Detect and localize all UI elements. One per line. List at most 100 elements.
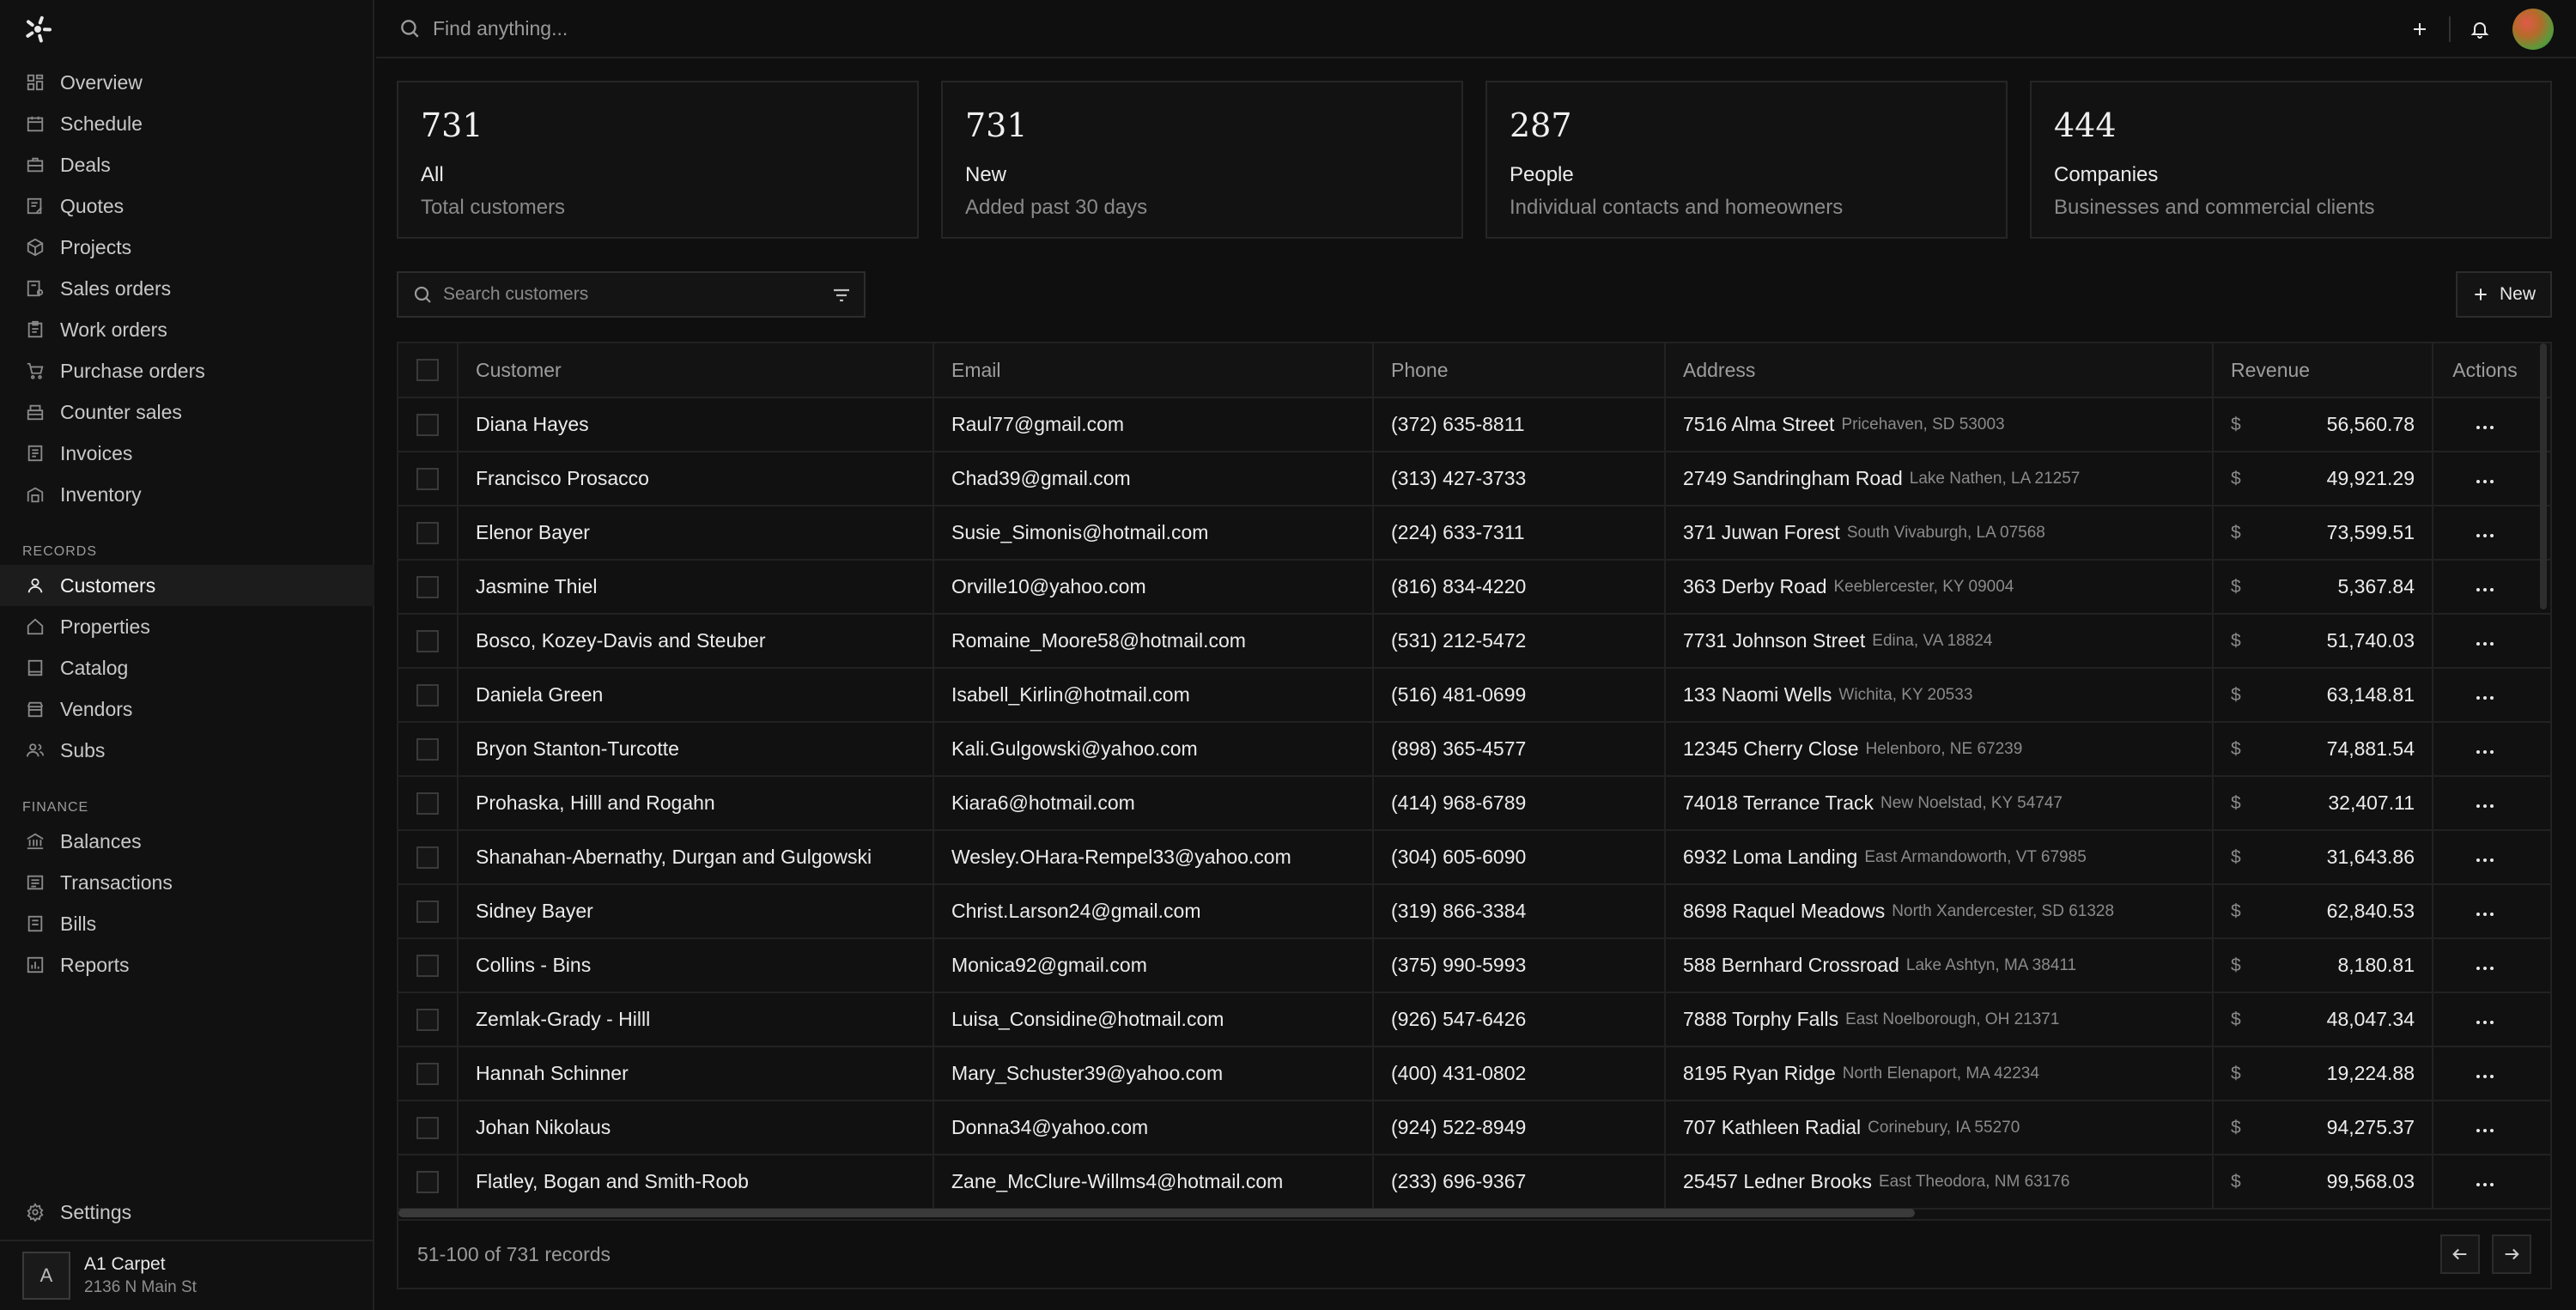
table-row[interactable]: Zemlak-Grady - Hilll Luisa_Considine@hotm… (398, 993, 2550, 1047)
customer-name[interactable]: Bosco, Kozey-Davis and Steuber (459, 615, 934, 667)
stat-card-all[interactable]: 731 All Total customers (397, 81, 919, 239)
more-actions-icon[interactable] (2475, 1062, 2495, 1085)
customer-name[interactable]: Jasmine Thiel (459, 561, 934, 613)
column-header-customer[interactable]: Customer (459, 343, 934, 397)
sidebar-item-transactions[interactable]: Transactions (0, 862, 374, 903)
notifications-button[interactable] (2459, 9, 2500, 50)
sidebar-item-purchase-orders[interactable]: Purchase orders (0, 350, 374, 391)
customer-name[interactable]: Bryon Stanton-Turcotte (459, 723, 934, 775)
customer-name[interactable]: Hannah Schinner (459, 1047, 934, 1100)
sidebar-item-deals[interactable]: Deals (0, 144, 374, 185)
more-actions-icon[interactable] (2475, 900, 2495, 923)
sidebar-item-projects[interactable]: Projects (0, 227, 374, 268)
column-header-address[interactable]: Address (1666, 343, 2214, 397)
more-actions-icon[interactable] (2475, 575, 2495, 598)
new-customer-button[interactable]: New (2456, 271, 2552, 318)
more-actions-icon[interactable] (2475, 467, 2495, 490)
more-actions-icon[interactable] (2475, 413, 2495, 436)
select-all-checkbox[interactable] (416, 359, 439, 381)
more-actions-icon[interactable] (2475, 1116, 2495, 1139)
table-row[interactable]: Prohaska, Hilll and Rogahn Kiara6@hotmail… (398, 777, 2550, 831)
customer-name[interactable]: Shanahan-Abernathy, Durgan and Gulgowski (459, 831, 934, 883)
horizontal-scrollbar[interactable] (398, 1209, 1915, 1217)
column-header-email[interactable]: Email (934, 343, 1374, 397)
column-header-revenue[interactable]: Revenue (2214, 343, 2433, 397)
vertical-scrollbar[interactable] (2540, 343, 2547, 610)
row-checkbox[interactable] (416, 467, 439, 490)
sidebar-item-reports[interactable]: Reports (0, 944, 374, 986)
sidebar-item-sales-orders[interactable]: Sales orders (0, 268, 374, 309)
table-row[interactable]: Sidney Bayer Christ.Larson24@gmail.com (31… (398, 885, 2550, 939)
table-row[interactable]: Johan Nikolaus Donna34@yahoo.com (924) 522… (398, 1101, 2550, 1155)
customer-name[interactable]: Johan Nikolaus (459, 1101, 934, 1154)
customer-name[interactable]: Elenor Bayer (459, 506, 934, 559)
sidebar-item-catalog[interactable]: Catalog (0, 647, 374, 688)
sidebar-item-subs[interactable]: Subs (0, 730, 374, 771)
table-row[interactable]: Francisco Prosacco Chad39@gmail.com (313) … (398, 452, 2550, 506)
row-checkbox[interactable] (416, 1116, 439, 1139)
row-checkbox[interactable] (416, 575, 439, 598)
table-row[interactable]: Elenor Bayer Susie_Simonis@hotmail.com (22… (398, 506, 2550, 561)
stat-card-new[interactable]: 731 New Added past 30 days (941, 81, 1463, 239)
sidebar-item-balances[interactable]: Balances (0, 821, 374, 862)
customer-name[interactable]: Diana Hayes (459, 398, 934, 451)
next-page-button[interactable] (2492, 1234, 2531, 1274)
sidebar-item-quotes[interactable]: Quotes (0, 185, 374, 227)
row-checkbox[interactable] (416, 1170, 439, 1193)
sidebar-item-work-orders[interactable]: Work orders (0, 309, 374, 350)
more-actions-icon[interactable] (2475, 521, 2495, 544)
table-row[interactable]: Jasmine Thiel Orville10@yahoo.com (816) 83… (398, 561, 2550, 615)
customer-name[interactable]: Prohaska, Hilll and Rogahn (459, 777, 934, 829)
filter-icon[interactable] (831, 285, 852, 306)
customer-name[interactable]: Francisco Prosacco (459, 452, 934, 505)
customer-name[interactable]: Flatley, Bogan and Smith-Roob (459, 1155, 934, 1208)
row-checkbox[interactable] (416, 629, 439, 652)
table-row[interactable]: Bryon Stanton-Turcotte Kali.Gulgowski@yah… (398, 723, 2550, 777)
row-checkbox[interactable] (416, 413, 439, 436)
sidebar-item-overview[interactable]: Overview (0, 62, 374, 103)
sidebar-item-bills[interactable]: Bills (0, 903, 374, 944)
more-actions-icon[interactable] (2475, 683, 2495, 707)
row-checkbox[interactable] (416, 521, 439, 544)
row-checkbox[interactable] (416, 1062, 439, 1085)
more-actions-icon[interactable] (2475, 1170, 2495, 1193)
sidebar-item-invoices[interactable]: Invoices (0, 433, 374, 474)
account-switcher[interactable]: A A1 Carpet 2136 N Main St (0, 1240, 374, 1310)
sidebar-item-counter-sales[interactable]: Counter sales (0, 391, 374, 433)
row-checkbox[interactable] (416, 954, 439, 977)
row-checkbox[interactable] (416, 737, 439, 761)
more-actions-icon[interactable] (2475, 1008, 2495, 1031)
row-checkbox[interactable] (416, 683, 439, 707)
table-row[interactable]: Hannah Schinner Mary_Schuster39@yahoo.com… (398, 1047, 2550, 1101)
column-header-phone[interactable]: Phone (1374, 343, 1666, 397)
table-row[interactable]: Collins - Bins Monica92@gmail.com (375) 99… (398, 939, 2550, 993)
sidebar-item-customers[interactable]: Customers (0, 565, 374, 606)
sidebar-item-schedule[interactable]: Schedule (0, 103, 374, 144)
more-actions-icon[interactable] (2475, 791, 2495, 815)
more-actions-icon[interactable] (2475, 846, 2495, 869)
row-checkbox[interactable] (416, 846, 439, 869)
customer-name[interactable]: Collins - Bins (459, 939, 934, 992)
app-logo-icon[interactable] (22, 14, 53, 45)
table-row[interactable]: Bosco, Kozey-Davis and Steuber Romaine_Mo… (398, 615, 2550, 669)
more-actions-icon[interactable] (2475, 737, 2495, 761)
table-row[interactable]: Flatley, Bogan and Smith-Roob Zane_McClur… (398, 1155, 2550, 1210)
more-actions-icon[interactable] (2475, 629, 2495, 652)
row-checkbox[interactable] (416, 1008, 439, 1031)
row-checkbox[interactable] (416, 900, 439, 923)
previous-page-button[interactable] (2440, 1234, 2480, 1274)
sidebar-item-properties[interactable]: Properties (0, 606, 374, 647)
table-row[interactable]: Diana Hayes Raul77@gmail.com (372) 635-881… (398, 398, 2550, 452)
customer-name[interactable]: Sidney Bayer (459, 885, 934, 937)
sidebar-item-vendors[interactable]: Vendors (0, 688, 374, 730)
more-actions-icon[interactable] (2475, 954, 2495, 977)
add-button[interactable] (2399, 9, 2440, 50)
sidebar-item-settings[interactable]: Settings (0, 1192, 374, 1233)
table-row[interactable]: Daniela Green Isabell_Kirlin@hotmail.com(… (398, 669, 2550, 723)
customer-search-input[interactable] (443, 284, 804, 305)
table-row[interactable]: Shanahan-Abernathy, Durgan and Gulgowski… (398, 831, 2550, 885)
stat-card-companies[interactable]: 444 Companies Businesses and commercial … (2030, 81, 2552, 239)
customer-name[interactable]: Zemlak-Grady - Hilll (459, 993, 934, 1046)
sidebar-item-inventory[interactable]: Inventory (0, 474, 374, 515)
user-avatar[interactable] (2512, 9, 2554, 50)
